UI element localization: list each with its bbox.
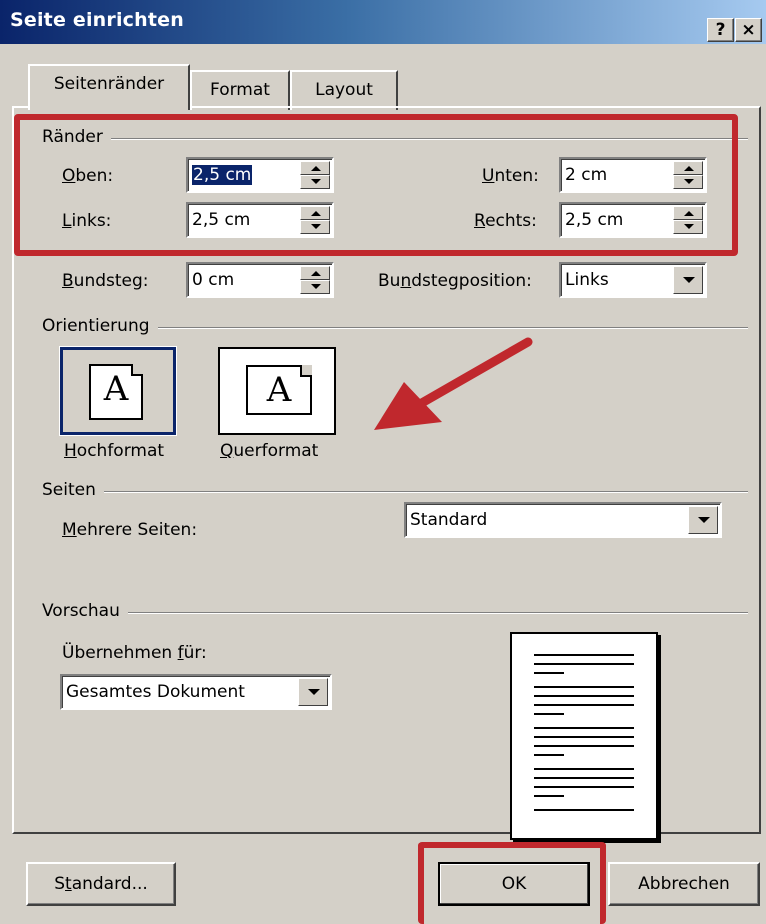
spin-up-icon[interactable] bbox=[300, 161, 330, 175]
bottom-margin-spin[interactable] bbox=[673, 161, 703, 189]
group-label-margins: Ränder bbox=[42, 127, 111, 147]
spin-up-icon[interactable] bbox=[300, 266, 330, 280]
label-gutter-position: Bundstegposition: bbox=[378, 271, 532, 291]
spin-down-icon[interactable] bbox=[300, 220, 330, 234]
left-margin-value[interactable]: 2,5 cm bbox=[192, 210, 250, 230]
gutter-spin[interactable] bbox=[300, 266, 330, 294]
multiple-pages-select[interactable]: Standard bbox=[404, 502, 722, 538]
top-margin-value[interactable]: 2,5 cm bbox=[192, 165, 253, 185]
tab-label: Layout bbox=[315, 80, 373, 100]
apply-to-value: Gesamtes Dokument bbox=[66, 682, 245, 702]
label-gutter: Bundsteg: bbox=[62, 271, 149, 291]
portrait-letter: A bbox=[103, 369, 129, 409]
page-preview bbox=[510, 632, 658, 840]
close-button[interactable]: × bbox=[735, 18, 762, 42]
label-portrait[interactable]: Hochformat bbox=[64, 441, 164, 461]
ok-button[interactable]: OK bbox=[438, 862, 590, 906]
page-fold-icon bbox=[131, 364, 143, 376]
spin-up-icon[interactable] bbox=[673, 206, 703, 220]
group-label-pages: Seiten bbox=[42, 480, 104, 500]
apply-to-select[interactable]: Gesamtes Dokument bbox=[60, 674, 332, 710]
tab-format[interactable]: Format bbox=[190, 70, 290, 110]
label-top: Oben: bbox=[62, 166, 114, 186]
chevron-down-icon[interactable] bbox=[688, 506, 718, 534]
label-bottom: Unten: bbox=[482, 166, 539, 186]
group-label-orientation: Orientierung bbox=[42, 316, 158, 336]
tab-joint bbox=[30, 106, 188, 110]
gutter-value[interactable]: 0 cm bbox=[192, 270, 234, 290]
page-fold-icon bbox=[300, 365, 312, 377]
top-margin-spinner[interactable]: 2,5 cm bbox=[186, 157, 334, 193]
gutter-spinner[interactable]: 0 cm bbox=[186, 262, 334, 298]
tab-label: Format bbox=[210, 80, 270, 100]
left-margin-spinner[interactable]: 2,5 cm bbox=[186, 202, 334, 238]
spin-down-icon[interactable] bbox=[673, 175, 703, 189]
ok-label: OK bbox=[501, 874, 527, 894]
top-margin-spin[interactable] bbox=[300, 161, 330, 189]
right-margin-spin[interactable] bbox=[673, 206, 703, 234]
spin-down-icon[interactable] bbox=[673, 220, 703, 234]
label-multiple-pages: Mehrere Seiten: bbox=[62, 520, 198, 540]
annotation-arrow-icon bbox=[374, 337, 533, 430]
label-apply-to: Übernehmen für: bbox=[62, 643, 207, 663]
spin-down-icon[interactable] bbox=[300, 175, 330, 189]
landscape-page-icon: A bbox=[246, 365, 312, 415]
tab-layout[interactable]: Layout bbox=[290, 70, 398, 110]
cancel-button[interactable]: Abbrechen bbox=[608, 862, 760, 906]
label-landscape[interactable]: Querformat bbox=[220, 441, 318, 461]
tab-seitenraender[interactable]: Seitenränder bbox=[28, 64, 190, 110]
default-button[interactable]: Standard... bbox=[26, 862, 176, 906]
gutter-position-value: Links bbox=[565, 270, 609, 290]
tab-label: Seitenränder bbox=[53, 74, 165, 94]
chevron-down-icon[interactable] bbox=[673, 266, 703, 294]
landscape-letter: A bbox=[266, 370, 292, 410]
spin-down-icon[interactable] bbox=[300, 280, 330, 294]
group-label-preview: Vorschau bbox=[42, 601, 128, 621]
gutter-position-select[interactable]: Links bbox=[559, 262, 707, 298]
group-line-pages bbox=[42, 491, 748, 493]
portrait-page-icon: A bbox=[89, 364, 143, 420]
landscape-option[interactable]: A bbox=[218, 347, 336, 435]
left-margin-spin[interactable] bbox=[300, 206, 330, 234]
label-right: Rechts: bbox=[474, 211, 537, 231]
group-line-preview bbox=[42, 612, 748, 614]
bottom-margin-value[interactable]: 2 cm bbox=[565, 165, 607, 185]
spin-up-icon[interactable] bbox=[673, 161, 703, 175]
window-title: Seite einrichten bbox=[10, 9, 184, 31]
right-margin-spinner[interactable]: 2,5 cm bbox=[559, 202, 707, 238]
chevron-down-icon[interactable] bbox=[298, 678, 328, 706]
right-margin-value[interactable]: 2,5 cm bbox=[565, 210, 623, 230]
bottom-margin-spinner[interactable]: 2 cm bbox=[559, 157, 707, 193]
cancel-label: Abbrechen bbox=[638, 874, 730, 894]
group-line-margins bbox=[42, 138, 748, 140]
label-left: Links: bbox=[62, 211, 112, 231]
multiple-pages-value: Standard bbox=[410, 510, 488, 530]
spin-up-icon[interactable] bbox=[300, 206, 330, 220]
help-button[interactable]: ? bbox=[707, 18, 734, 42]
portrait-option[interactable]: A bbox=[59, 346, 177, 436]
